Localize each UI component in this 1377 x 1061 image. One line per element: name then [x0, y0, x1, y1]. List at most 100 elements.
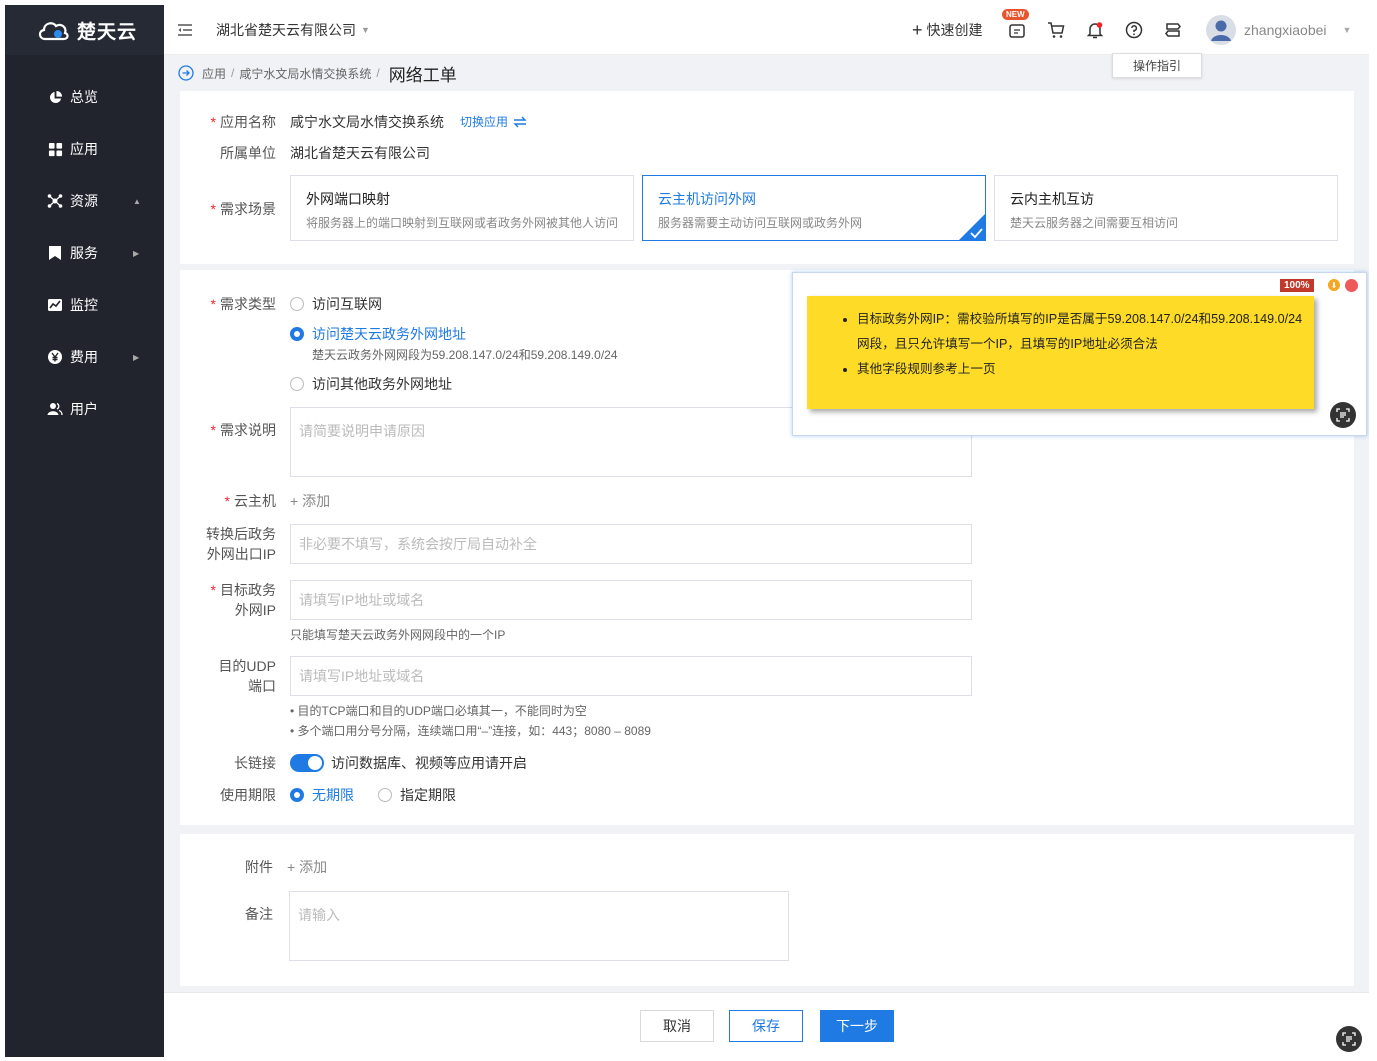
pie-chart-icon: [47, 89, 63, 105]
cancel-button[interactable]: 取消: [640, 1010, 714, 1042]
remark-label: 备注: [245, 906, 273, 922]
period-option-unlimited[interactable]: 无期限: [290, 785, 354, 805]
keepalive-label: 长链接: [234, 755, 276, 771]
type-label: * 需求类型: [210, 296, 276, 312]
sidebar-item-label: 总览: [70, 89, 98, 105]
nat-ip-input[interactable]: 非必要不填写，系统会按厅局自动补全: [290, 524, 972, 564]
sidebar-item-label: 监控: [70, 297, 98, 313]
switch-app-link[interactable]: 切换应用: [460, 112, 527, 132]
port-hint: • 目的TCP端口和目的UDP端口必填其一，不能同时为空: [290, 704, 587, 718]
radio-button-selected[interactable]: [290, 327, 304, 341]
radio-button-selected[interactable]: [290, 788, 304, 802]
scene-title: 外网端口映射: [306, 191, 390, 207]
breadcrumb: 应用 / 咸宁水文局水情交换系统 / 网络工单: [178, 62, 457, 85]
notification-button[interactable]: [1086, 5, 1104, 55]
scene-card-internal-access[interactable]: 云内主机互访 楚天云服务器之间需要互相访问: [994, 175, 1338, 241]
pin-icon[interactable]: ⬇: [1328, 279, 1340, 291]
caret-down-icon: ▼: [1342, 25, 1352, 35]
scene-desc: 楚天云服务器之间需要互相访问: [1010, 216, 1179, 230]
scene-desc: 将服务器上的端口映射到互联网或者政务外网被其他人访问: [306, 216, 619, 230]
vm-label: * 云主机: [224, 493, 276, 509]
back-arrow-icon[interactable]: [178, 65, 194, 81]
username: zhangxiaobei: [1244, 22, 1327, 38]
quick-create-label: 快速创建: [926, 22, 983, 38]
breadcrumb-item[interactable]: 咸宁水文局水情交换系统: [239, 65, 371, 82]
scene-label: * 需求场景: [210, 201, 276, 217]
user-icon: [47, 401, 63, 417]
caret-down-icon: ▼: [361, 25, 370, 35]
keepalive-toggle[interactable]: [290, 754, 324, 772]
app-name-label: * 应用名称: [210, 114, 276, 130]
grid-icon: [47, 141, 63, 157]
selected-check-icon: [958, 213, 986, 241]
radio-label: 访问楚天云政务外网地址: [312, 326, 466, 342]
vm-add-button[interactable]: + 添加: [290, 491, 330, 511]
ocr-button[interactable]: [1330, 402, 1356, 428]
collapse-menu-icon[interactable]: [177, 5, 193, 55]
type-option-ctyun-gov[interactable]: 访问楚天云政务外网地址: [290, 324, 466, 344]
sidebar-item-billing[interactable]: 费用 ▶: [5, 342, 164, 372]
toggle-knob: [308, 756, 322, 770]
sidebar-item-users[interactable]: 用户: [5, 394, 164, 424]
sidebar-item-resources[interactable]: 资源 ▲: [5, 186, 164, 216]
swap-icon: [513, 116, 527, 128]
remark-textarea[interactable]: 请输入: [289, 891, 789, 961]
activity-button[interactable]: NEW: [1002, 5, 1029, 55]
radio-label: 指定期限: [400, 787, 456, 803]
keepalive-text: 访问数据库、视频等应用请开启: [331, 755, 527, 771]
scene-card-vm-outbound[interactable]: 云主机访问外网 服务器需要主动访问互联网或政务外网: [642, 175, 986, 241]
radio-button[interactable]: [290, 377, 304, 391]
org-selector[interactable]: 湖北省楚天云有限公司 ▼: [216, 5, 370, 55]
port-hint: • 多个端口用分号分隔，连续端口用“–”连接，如：443；8080 – 8089: [290, 724, 651, 738]
sidebar-item-label: 费用: [70, 349, 98, 365]
close-icon[interactable]: [1345, 279, 1358, 292]
target-ip-input[interactable]: 请填写IP地址或域名: [290, 580, 972, 620]
sidebar-item-monitoring[interactable]: 监控: [5, 290, 164, 320]
radio-button[interactable]: [290, 297, 304, 311]
type-option-other-gov[interactable]: 访问其他政务外网地址: [290, 374, 452, 394]
app-name-value: 咸宁水文局水情交换系统: [290, 114, 444, 130]
attach-add-button[interactable]: + 添加: [287, 857, 327, 877]
save-button[interactable]: 保存: [729, 1010, 803, 1042]
next-button[interactable]: 下一步: [820, 1010, 894, 1042]
attach-label: 附件: [245, 859, 273, 875]
scan-text-icon: [1336, 408, 1350, 422]
scene-title: 云主机访问外网: [658, 191, 756, 207]
radio-label: 访问互联网: [312, 296, 382, 312]
gift-box-icon: [1009, 24, 1025, 38]
radio-button[interactable]: [378, 788, 392, 802]
signpost-icon: [1165, 23, 1181, 37]
udp-port-label: 目的UDP 端口: [218, 658, 276, 694]
guide-button[interactable]: [1164, 5, 1182, 55]
sidebar: 楚天云 总览 应用 资源 ▲ 服务 ▶ 监控 费用 ▶ 用户: [5, 5, 164, 1057]
cart-button[interactable]: [1047, 5, 1065, 55]
period-option-specified[interactable]: 指定期限: [378, 785, 456, 805]
top-header: 湖北省楚天云有限公司 ▼ + 快速创建 NEW zhangxiaobei ▼: [164, 5, 1369, 55]
network-icon: [47, 193, 63, 209]
gov-network-hint: 楚天云政务外网网段为59.208.147.0/24和59.208.149.0/2…: [312, 348, 618, 362]
sidebar-item-apps[interactable]: 应用: [5, 134, 164, 164]
user-menu[interactable]: zhangxiaobei ▼: [1206, 5, 1351, 55]
scene-title: 云内主机互访: [1010, 191, 1094, 207]
sidebar-item-label: 用户: [70, 401, 98, 417]
unit-label: 所属单位: [220, 145, 276, 161]
sidebar-item-services[interactable]: 服务 ▶: [5, 238, 164, 268]
sidebar-item-overview[interactable]: 总览: [5, 82, 164, 112]
note-content: 目标政务外网IP：需校验所填写的IP是否属于59.208.147.0/24和59…: [807, 296, 1314, 409]
note-item: 目标政务外网IP：需校验所填写的IP是否属于59.208.147.0/24和59…: [857, 307, 1314, 357]
breadcrumb-item[interactable]: 应用: [202, 65, 226, 82]
sticky-note-popup: 100% ⬇ 目标政务外网IP：需校验所填写的IP是否属于59.208.147.…: [792, 272, 1367, 436]
unit-value: 湖北省楚天云有限公司: [290, 145, 430, 161]
help-button[interactable]: [1125, 5, 1143, 55]
radio-label: 访问其他政务外网地址: [312, 376, 452, 392]
brand-logo[interactable]: 楚天云: [5, 5, 164, 55]
floating-tool-button[interactable]: [1336, 1026, 1362, 1052]
nat-ip-label: 转换后政务 外网出口IP: [206, 526, 276, 562]
udp-port-input[interactable]: 请填写IP地址或域名: [290, 656, 972, 696]
scene-card-port-mapping[interactable]: 外网端口映射 将服务器上的端口映射到互联网或者政务外网被其他人访问: [290, 175, 634, 241]
sidebar-item-label: 服务: [70, 245, 98, 261]
guide-tooltip: 操作指引: [1112, 53, 1202, 78]
type-option-internet[interactable]: 访问互联网: [290, 294, 382, 314]
quick-create-button[interactable]: + 快速创建: [912, 5, 983, 55]
target-ip-label: * 目标政务 外网IP: [210, 582, 276, 618]
